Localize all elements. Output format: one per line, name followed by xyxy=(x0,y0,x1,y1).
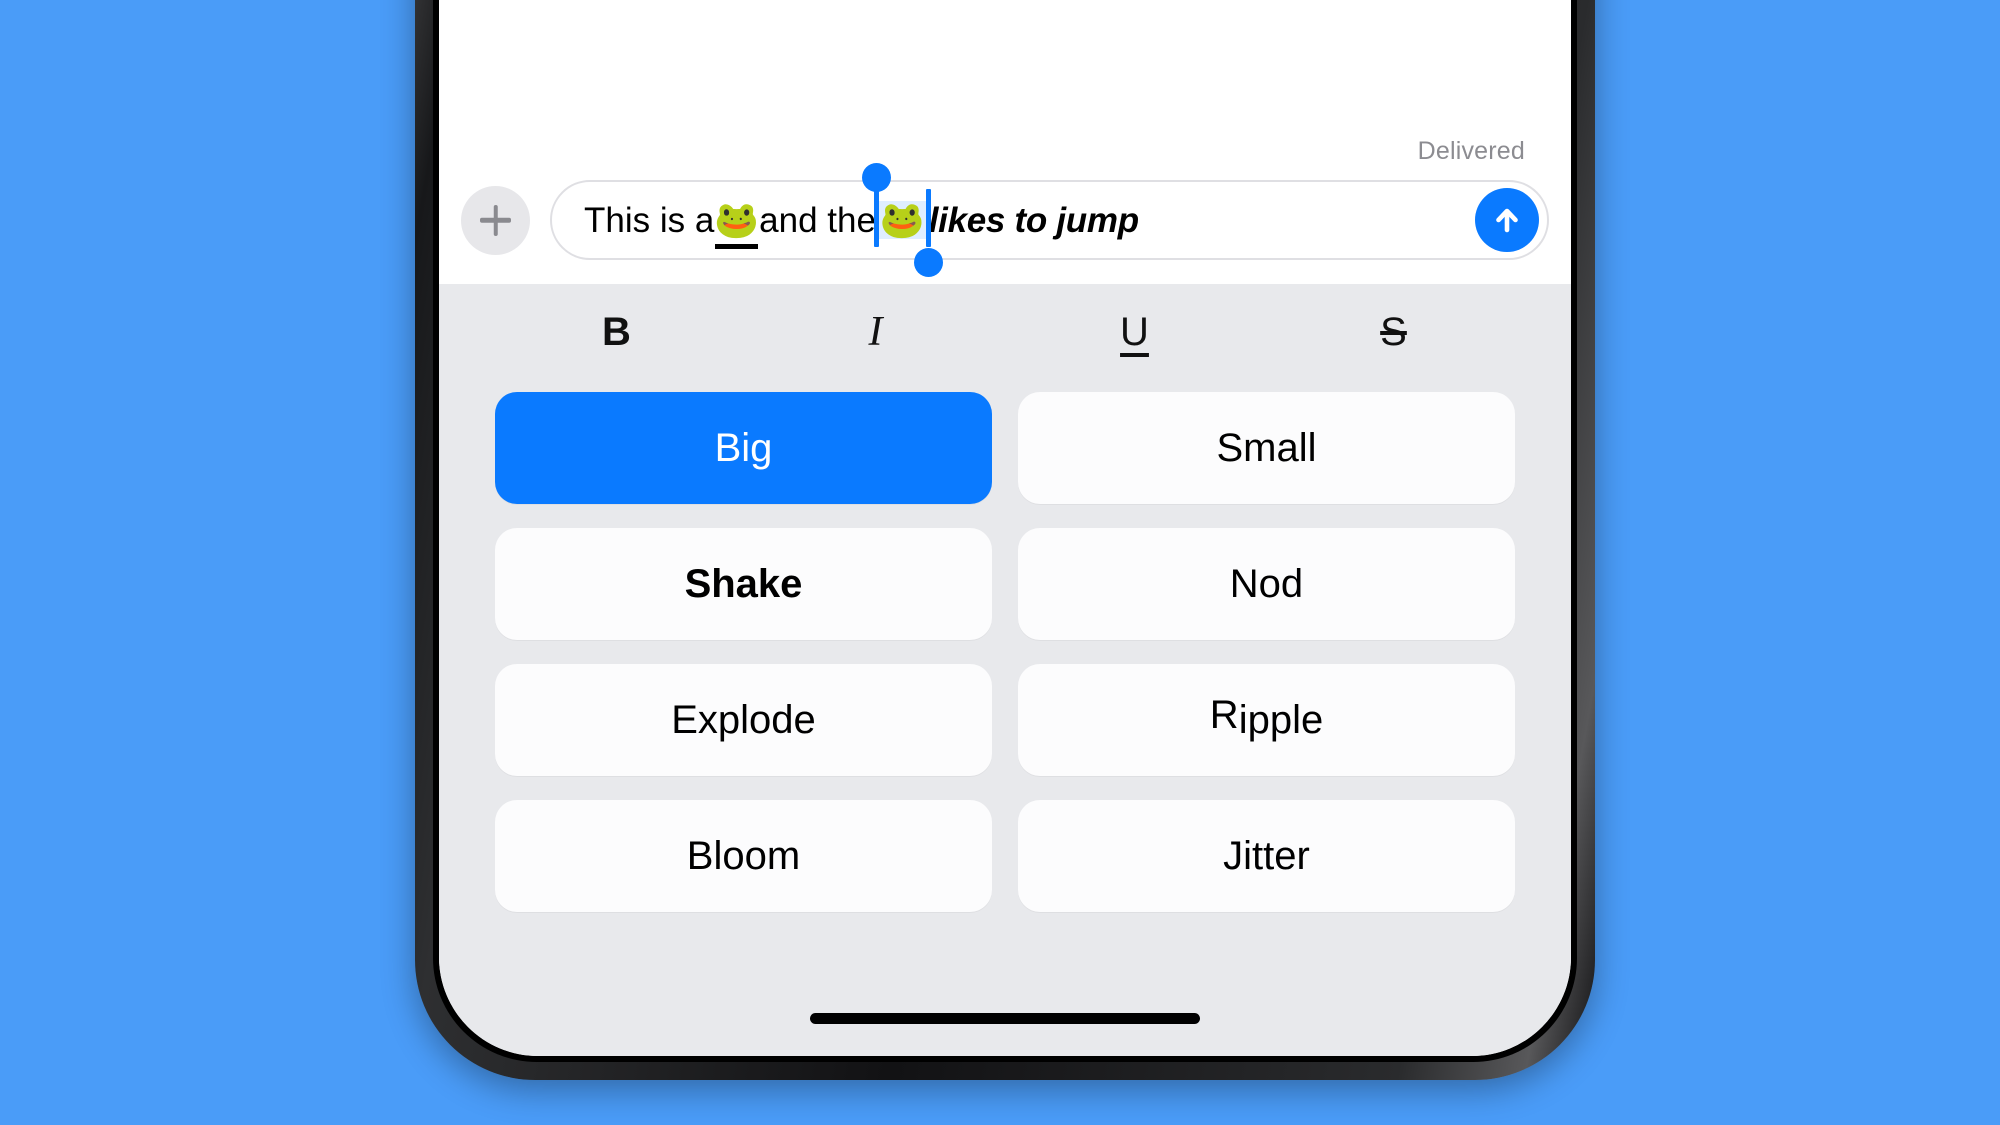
phone-screen: Delivered This is a 🐸 and the 🐸 likes to… xyxy=(439,0,1571,1056)
effect-button-ripple-label: Ripple xyxy=(1209,692,1324,742)
message-input-bar: This is a 🐸 and the 🐸 likes to jump xyxy=(439,163,1571,284)
delivery-status-label: Delivered xyxy=(1417,137,1525,165)
frog-emoji-selected-glyph: 🐸 xyxy=(879,199,925,240)
bold-button[interactable]: B xyxy=(487,312,746,352)
home-indicator-area xyxy=(473,912,1537,1056)
effect-button-big[interactable]: Big xyxy=(495,392,992,504)
effect-button-explode[interactable]: Explode xyxy=(495,664,992,776)
message-segment-text-2: and the xyxy=(759,200,876,240)
text-effects-panel: B I U S Big Small Shake Nod Explode Ripp… xyxy=(439,284,1571,1056)
conversation-area: Delivered xyxy=(439,0,1571,172)
effect-button-ripple[interactable]: Ripple xyxy=(1018,664,1515,776)
selection-caret-start xyxy=(873,189,879,247)
frog-emoji-underlined: 🐸 xyxy=(714,199,760,249)
underline-button[interactable]: U xyxy=(1005,312,1264,352)
effect-button-shake[interactable]: Shake xyxy=(495,528,992,640)
send-button[interactable] xyxy=(1475,188,1539,252)
effect-button-small[interactable]: Small xyxy=(1018,392,1515,504)
strikethrough-button[interactable]: S xyxy=(1264,312,1523,352)
message-input-field[interactable]: This is a 🐸 and the 🐸 likes to jump xyxy=(550,163,1549,277)
message-segment-bold-italic: likes to jump xyxy=(928,200,1139,240)
italic-button[interactable]: I xyxy=(746,311,1005,353)
message-segment-text-1: This is a xyxy=(584,200,715,240)
phone-bezel: Delivered This is a 🐸 and the 🐸 likes to… xyxy=(433,0,1577,1062)
effect-button-bloom[interactable]: Bloom xyxy=(495,800,992,912)
selection-handle-start[interactable] xyxy=(861,163,891,192)
plus-icon-vertical-stroke xyxy=(493,204,498,236)
arrow-up-icon xyxy=(1496,208,1518,233)
selection-handle-end[interactable] xyxy=(913,248,943,277)
format-toolbar: B I U S xyxy=(473,284,1537,380)
effect-button-jitter[interactable]: Jitter xyxy=(1018,800,1515,912)
effects-grid: Big Small Shake Nod Explode Ripple Bloom… xyxy=(473,380,1537,912)
phone-device-frame: Delivered This is a 🐸 and the 🐸 likes to… xyxy=(415,0,1595,1080)
effect-button-nod[interactable]: Nod xyxy=(1018,528,1515,640)
home-indicator[interactable] xyxy=(810,1013,1200,1024)
message-text-content[interactable]: This is a 🐸 and the 🐸 likes to jump xyxy=(584,163,1465,277)
selection-caret-end xyxy=(925,189,931,247)
frog-emoji-selected[interactable]: 🐸 xyxy=(861,163,943,277)
plus-icon[interactable] xyxy=(461,185,530,255)
